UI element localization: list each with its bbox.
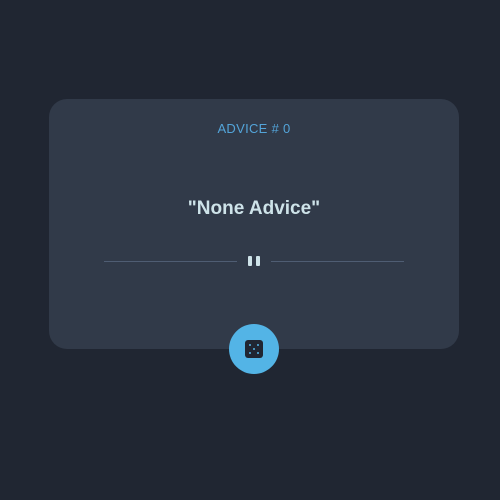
advice-card: ADVICE # 0 "None Advice": [49, 99, 459, 349]
divider-line-right: [271, 261, 404, 262]
pause-icon: [247, 256, 261, 266]
page: ADVICE # 0 "None Advice": [0, 0, 500, 500]
new-advice-button[interactable]: [229, 324, 279, 374]
divider-line-left: [104, 261, 237, 262]
pause-bar: [256, 256, 260, 266]
dice-icon: [245, 340, 263, 358]
advice-quote: "None Advice": [187, 198, 321, 219]
pause-bar: [248, 256, 252, 266]
advice-number: ADVICE # 0: [217, 121, 291, 136]
pattern-divider: [104, 256, 404, 268]
